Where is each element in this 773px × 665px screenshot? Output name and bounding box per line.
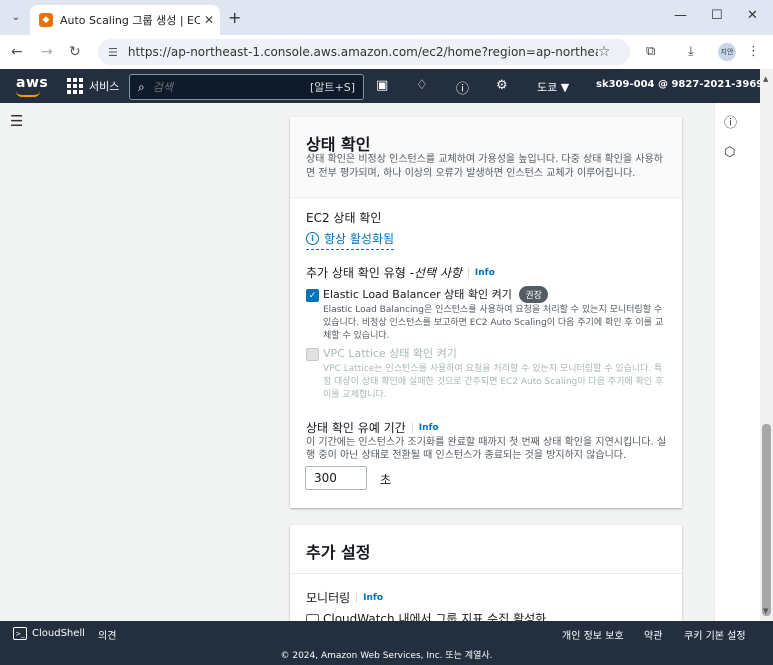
new-tab-icon[interactable]: + (228, 8, 241, 27)
recommended-badge: 권장 (519, 286, 548, 303)
scroll-up-icon[interactable]: ▲ (763, 75, 768, 83)
elb-health-check-checkbox[interactable]: ✓ (306, 289, 319, 302)
hamburger-menu-icon[interactable]: ☰ (10, 112, 23, 130)
search-shortcut: [알트+S] (309, 81, 355, 94)
scroll-down-icon[interactable]: ▼ (763, 607, 768, 615)
address-bar[interactable]: ☰ https://ap-northeast-1.console.aws.ama… (98, 39, 630, 65)
additional-settings-title: 추가 설정 (306, 543, 371, 562)
additional-settings-panel: 추가 설정 모니터링 Info CloudWatch 내에서 그룹 지표 수집 … (290, 525, 682, 621)
grace-period-info-link[interactable]: Info (411, 422, 439, 433)
left-rail (0, 103, 34, 621)
grace-period-input[interactable] (305, 466, 367, 490)
browser-tabstrip: ⌄ ◆ Auto Scaling 그룹 생성 | EC2 | ap-northe… (0, 0, 773, 35)
feedback-link[interactable]: 의견 (98, 627, 116, 642)
privacy-link[interactable]: 개인 정보 보호 (562, 627, 624, 642)
browser-tab[interactable]: ◆ Auto Scaling 그룹 생성 | EC2 | ap-northeas… (30, 5, 220, 35)
download-icon[interactable]: ⤓ (688, 44, 694, 59)
cookie-preferences-link[interactable]: 쿠키 기본 설정 (684, 627, 746, 642)
address-bar-row: ← → ↻ ☰ https://ap-northeast-1.console.a… (0, 35, 773, 69)
info-panel-icon[interactable]: ⓘ (724, 112, 737, 131)
grace-period-text: 상태 확인 유예 기간 (306, 421, 406, 435)
elb-title-text: Elastic Load Balancer 상태 확인 켜기 (323, 288, 512, 301)
divider (290, 573, 682, 574)
grace-period-unit: 초 (380, 473, 392, 487)
reload-icon[interactable]: ↻ (69, 44, 81, 60)
settings-gear-icon[interactable]: ⚙ (496, 78, 508, 93)
ec2-health-check-label: EC2 상태 확인 (306, 211, 382, 225)
copyright-text: © 2024, Amazon Web Services, Inc. 또는 계열사… (280, 651, 493, 661)
site-info-icon[interactable]: ☰ (108, 46, 118, 59)
tab-close-icon[interactable]: ✕ (204, 13, 214, 27)
browser-menu-icon[interactable]: ⋮ (747, 44, 760, 59)
health-check-title: 상태 확인 (306, 135, 371, 154)
region-selector[interactable]: 도쿄 ▼ (537, 79, 569, 95)
url-text[interactable]: https://ap-northeast-1.console.aws.amazo… (128, 45, 598, 59)
additional-types-info-link[interactable]: Info (467, 267, 495, 278)
notifications-icon[interactable]: ♢ (416, 78, 428, 93)
optional-text: 선택 사항 (413, 266, 462, 280)
grace-period-description: 이 기간에는 인스턴스가 조기화를 완료할 때까지 첫 번째 상태 확인을 지연… (306, 437, 667, 461)
lattice-health-check-checkbox[interactable] (306, 348, 319, 361)
search-icon: ⌕ (138, 79, 145, 94)
health-check-header: 상태 확인 상태 확인은 비정상 인스턴스를 교체하여 가용성을 높입니다. 다… (290, 117, 682, 198)
always-enabled-text: 항상 활성화됨 (324, 232, 395, 246)
aws-logo[interactable]: aws (16, 75, 48, 97)
bookmark-star-icon[interactable]: ☆ (598, 44, 611, 60)
console-search[interactable]: ⌕ [알트+S] (129, 74, 364, 100)
monitoring-text: 모니터링 (306, 591, 351, 605)
tab-title: Auto Scaling 그룹 생성 | EC2 | ap-northeast-… (60, 14, 200, 27)
terminal-icon: >_ (13, 627, 27, 640)
extensions-icon[interactable]: ⧉ (646, 44, 655, 59)
additional-types-text: 추가 상태 확인 유형 - (306, 266, 414, 280)
monitoring-label: 모니터링 Info (306, 589, 383, 606)
always-enabled-link[interactable]: i 항상 활성화됨 (306, 230, 395, 250)
window-close-icon[interactable]: ✕ (747, 8, 758, 23)
elb-health-check-title[interactable]: Elastic Load Balancer 상태 확인 켜기 권장 (323, 286, 548, 303)
maximize-icon[interactable]: ☐ (711, 8, 723, 23)
health-check-description: 상태 확인은 비정상 인스턴스를 교체하여 가용성을 높입니다. 다중 상태 확… (306, 154, 663, 179)
cloudwatch-metrics-checkbox[interactable] (306, 614, 319, 621)
account-menu[interactable]: sk309-004 @ 9827-2021-3969 ▼ (596, 79, 773, 90)
page-scrollbar[interactable]: ▲ ▼ (760, 69, 773, 621)
services-grid-icon (67, 78, 83, 94)
grace-period-label: 상태 확인 유예 기간 Info (306, 419, 439, 436)
cloudshell-button[interactable]: >_ CloudShell (13, 627, 85, 640)
cloudwatch-metrics-label[interactable]: CloudWatch 내에서 그룹 지표 수집 활성화 (323, 610, 546, 621)
services-menu-button[interactable]: 서비스 (67, 78, 119, 94)
cloudshell-label: CloudShell (32, 628, 85, 639)
back-icon[interactable]: ← (11, 44, 23, 60)
info-circle-icon: i (306, 232, 319, 245)
terms-link[interactable]: 약관 (644, 627, 662, 642)
forward-icon[interactable]: → (41, 44, 53, 60)
additional-types-label: 추가 상태 확인 유형 - 선택 사항 Info (306, 264, 495, 281)
profile-avatar[interactable]: 지안 (718, 43, 736, 61)
monitoring-info-link[interactable]: Info (356, 592, 383, 603)
console-footer: >_ CloudShell 의견 개인 정보 보호 약관 쿠키 기본 설정 © … (0, 621, 773, 665)
search-input[interactable] (150, 79, 295, 95)
minimize-icon[interactable]: — (674, 8, 687, 23)
lattice-health-check-title: VPC Lattice 상태 확인 켜기 (323, 347, 457, 360)
lattice-health-check-description: VPC Lattice는 인스턴스를 사용하여 요청을 처리할 수 있는지 모니… (323, 364, 664, 400)
right-rail (714, 103, 761, 621)
aws-top-nav: aws 서비스 ⌕ [알트+S] ▣ ♢ ⓘ ⚙ 도쿄 ▼ sk309-004 … (0, 69, 773, 103)
scrollbar-thumb[interactable] (762, 424, 771, 616)
tab-search-icon[interactable]: ⌄ (6, 7, 26, 27)
aws-favicon-icon: ◆ (39, 13, 53, 27)
services-label: 서비스 (89, 80, 120, 93)
elb-health-check-description: Elastic Load Balancing은 인스턴스를 사용하여 요청을 처… (323, 305, 664, 341)
help-icon[interactable]: ⓘ (456, 78, 469, 97)
health-check-panel: 상태 확인 상태 확인은 비정상 인스턴스를 교체하여 가용성을 높입니다. 다… (290, 117, 682, 508)
cloudshell-icon[interactable]: ▣ (376, 78, 388, 93)
cloudshell-hex-icon[interactable]: ⬡ (724, 145, 735, 160)
